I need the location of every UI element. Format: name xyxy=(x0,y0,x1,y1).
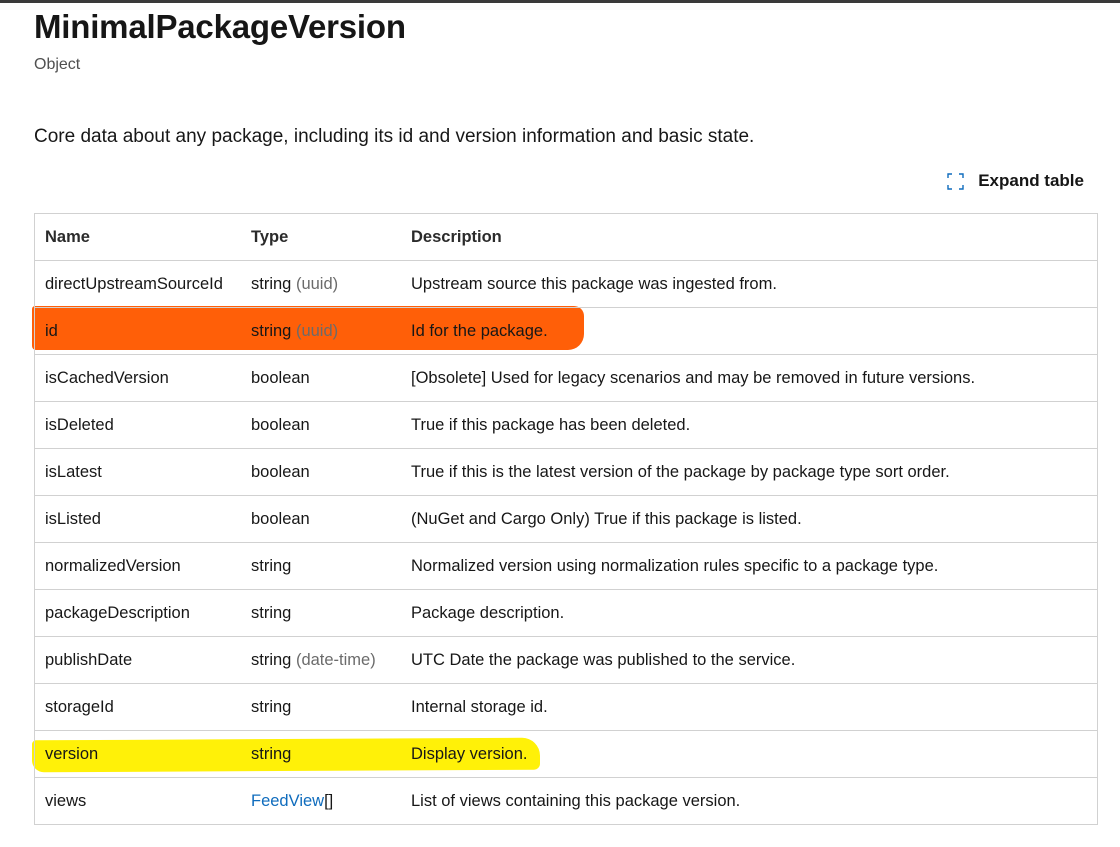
expand-table-button[interactable]: Expand table xyxy=(947,171,1084,191)
property-description: Package description. xyxy=(401,589,1097,637)
property-type: string xyxy=(251,556,292,575)
properties-table: Name Type Description directUpstreamSour… xyxy=(34,213,1098,825)
property-name: storageId xyxy=(35,683,241,731)
property-name: isDeleted xyxy=(35,401,241,449)
table-row: isCachedVersion boolean [Obsolete] Used fo… xyxy=(35,354,1097,402)
property-type-link[interactable]: FeedView xyxy=(251,792,324,810)
property-name: publishDate xyxy=(35,636,241,684)
property-type: string xyxy=(251,744,292,763)
table-row: version string Display version. xyxy=(35,730,1097,778)
table-row: normalizedVersion string Normalized versio… xyxy=(35,542,1097,590)
property-name: packageDescription xyxy=(35,589,241,637)
property-type: string xyxy=(251,697,292,716)
property-name: isCachedVersion xyxy=(35,354,241,402)
table-row: packageDescription string Package descript… xyxy=(35,589,1097,637)
expand-icon xyxy=(947,172,964,190)
property-description: [Obsolete] Used for legacy scenarios and… xyxy=(401,354,1097,402)
property-description: Id for the package. xyxy=(401,307,1097,355)
property-type: boolean xyxy=(251,368,310,387)
property-name: version xyxy=(35,730,241,778)
property-format: (uuid) xyxy=(295,321,339,340)
property-description: Internal storage id. xyxy=(401,683,1097,731)
property-name: id xyxy=(35,307,241,355)
property-description: Normalized version using normalization r… xyxy=(401,542,1097,590)
property-type: string xyxy=(251,274,292,293)
object-kind-label: Object xyxy=(34,56,81,73)
property-type-cell: string (uuid) xyxy=(241,260,401,308)
property-type: boolean xyxy=(251,415,310,434)
property-type: string xyxy=(251,650,292,669)
table-row: id string (uuid) Id for the package. xyxy=(35,307,1097,355)
property-description: Upstream source this package was ingeste… xyxy=(401,260,1097,308)
table-row: directUpstreamSourceId string (uuid) Upstr… xyxy=(35,260,1097,308)
property-type-cell: string (date-time) xyxy=(241,636,401,684)
table-row: isLatest boolean True if this is the lates… xyxy=(35,448,1097,496)
page-title: MinimalPackageVersion xyxy=(34,8,406,45)
property-name: views xyxy=(45,791,87,810)
property-type-cell: boolean xyxy=(241,354,401,402)
table-row: isListed boolean (NuGet and Cargo Only) Tr… xyxy=(35,495,1097,543)
property-description: True if this package has been deleted. xyxy=(401,401,1097,449)
column-header-name: Name xyxy=(35,214,241,261)
property-type: boolean xyxy=(251,509,310,528)
property-format: [] xyxy=(324,791,334,810)
property-format: (date-time) xyxy=(295,650,376,669)
property-type-cell: string xyxy=(241,589,401,637)
table-row: isDeleted boolean True if this package has… xyxy=(35,401,1097,449)
property-description: List of views containing this package ve… xyxy=(411,791,741,810)
object-summary: Core data about any package, including i… xyxy=(34,126,755,147)
table-row: views FeedView[] List of views containing … xyxy=(35,778,1097,825)
column-header-type: Type xyxy=(241,214,401,261)
table-header-row: Name Type Description xyxy=(35,214,1097,261)
column-header-description: Description xyxy=(401,214,1097,261)
property-name: isListed xyxy=(35,495,241,543)
property-type: string xyxy=(251,321,292,340)
table-row: publishDate string (date-time) UTC Date th… xyxy=(35,636,1097,684)
table-row: storageId string Internal storage id. xyxy=(35,683,1097,731)
property-type-cell: string xyxy=(241,683,401,731)
property-description: True if this is the latest version of th… xyxy=(401,448,1097,496)
property-description: Display version. xyxy=(401,730,1097,778)
property-name: isLatest xyxy=(35,448,241,496)
property-description: (NuGet and Cargo Only) True if this pack… xyxy=(401,495,1097,543)
property-type-cell: FeedView[] xyxy=(241,778,401,825)
property-name: directUpstreamSourceId xyxy=(35,260,241,308)
property-type-cell: string xyxy=(241,730,401,778)
property-type: boolean xyxy=(251,462,310,481)
property-type-cell: boolean xyxy=(241,495,401,543)
property-type: string xyxy=(251,603,292,622)
top-border xyxy=(0,0,1120,3)
property-type-cell: string (uuid) xyxy=(241,307,401,355)
property-format: (uuid) xyxy=(295,274,339,293)
property-type-cell: string xyxy=(241,542,401,590)
property-type-cell: boolean xyxy=(241,448,401,496)
property-description: UTC Date the package was published to th… xyxy=(401,636,1097,684)
property-name: normalizedVersion xyxy=(35,542,241,590)
expand-table-label: Expand table xyxy=(978,171,1084,190)
property-type-cell: boolean xyxy=(241,401,401,449)
